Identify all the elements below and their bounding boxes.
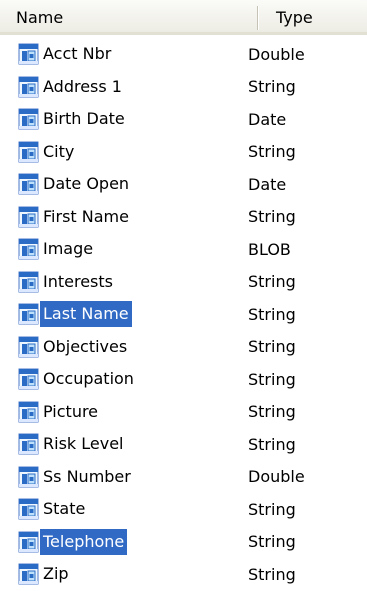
field-type: String (248, 77, 296, 97)
field-row-zip[interactable]: Zip String (0, 558, 367, 591)
field-name-cell[interactable]: Birth Date (0, 106, 219, 132)
field-type: String (248, 272, 296, 292)
field-name-cell[interactable]: Last Name (0, 301, 219, 328)
field-type: Date (248, 109, 287, 129)
field-row-acct-nbr[interactable]: Acct Nbr Double (0, 38, 367, 71)
field-name: First Name (43, 206, 129, 226)
field-name: Telephone (40, 528, 128, 555)
field-row-image[interactable]: Image BLOB (0, 233, 367, 266)
field-row-telephone[interactable]: Telephone String (0, 526, 367, 559)
field-name: Objectives (43, 336, 128, 356)
field-name-cell[interactable]: Date Open (0, 171, 219, 197)
field-name: City (43, 141, 75, 161)
field-icon (18, 466, 39, 488)
field-icon (18, 303, 39, 325)
field-type: String (248, 532, 296, 552)
field-type: String (248, 207, 296, 227)
field-icon (18, 433, 39, 455)
field-name: Zip (43, 564, 69, 584)
field-row-risk-level[interactable]: Risk Level String (0, 428, 367, 461)
field-icon (18, 238, 39, 260)
field-type: String (248, 304, 296, 324)
field-type: String (248, 337, 296, 357)
field-row-state[interactable]: State String (0, 493, 367, 526)
field-icon (18, 141, 39, 163)
field-name: Birth Date (43, 109, 125, 129)
field-rows: Acct Nbr Double Address 1 String Birth D… (0, 35, 367, 591)
field-name-cell[interactable]: First Name (0, 204, 219, 230)
field-name-cell[interactable]: Zip (0, 561, 219, 587)
field-name-cell[interactable]: Risk Level (0, 431, 219, 457)
field-icon (18, 271, 39, 293)
field-row-ss-number[interactable]: Ss Number Double (0, 461, 367, 494)
field-type: BLOB (248, 239, 291, 259)
field-name-cell[interactable]: Address 1 (0, 74, 219, 100)
field-name: State (43, 499, 86, 519)
field-name: Acct Nbr (43, 44, 112, 64)
field-row-first-name[interactable]: First Name String (0, 201, 367, 234)
field-icon (18, 206, 39, 228)
field-name-cell[interactable]: Acct Nbr (0, 41, 219, 67)
field-row-interests[interactable]: Interests String (0, 266, 367, 299)
field-icon (18, 43, 39, 65)
header-shadow (0, 32, 367, 35)
field-name-cell[interactable]: Telephone (0, 528, 219, 555)
field-row-objectives[interactable]: Objectives String (0, 331, 367, 364)
field-name: Occupation (43, 369, 134, 389)
field-name: Ss Number (43, 466, 131, 486)
field-type: String (248, 564, 296, 584)
type-column-header[interactable]: Type (258, 0, 367, 34)
field-name: Risk Level (43, 434, 124, 454)
field-row-date-open[interactable]: Date Open Date (0, 168, 367, 201)
field-name: Last Name (40, 301, 132, 328)
field-type: String (248, 142, 296, 162)
field-name-cell[interactable]: Objectives (0, 334, 219, 360)
field-icon (18, 401, 39, 423)
field-name-cell[interactable]: Picture (0, 399, 219, 425)
field-row-city[interactable]: City String (0, 136, 367, 169)
field-icon (18, 76, 39, 98)
field-name-cell[interactable]: Interests (0, 269, 219, 295)
name-column-header[interactable]: Name (0, 0, 258, 34)
field-name-cell[interactable]: Occupation (0, 366, 219, 392)
field-list-view[interactable]: Name Type Acct Nbr Double Address 1 Stri… (0, 0, 367, 585)
field-name-cell[interactable]: City (0, 139, 219, 165)
field-icon (18, 368, 39, 390)
field-name: Picture (43, 401, 99, 421)
field-name: Address 1 (43, 76, 122, 96)
field-row-picture[interactable]: Picture String (0, 396, 367, 429)
field-name: Date Open (43, 174, 130, 194)
field-type: String (248, 369, 296, 389)
column-header: Name Type (0, 0, 367, 35)
field-icon (18, 173, 39, 195)
field-row-address-1[interactable]: Address 1 String (0, 71, 367, 104)
field-type: String (248, 402, 296, 422)
field-icon (18, 336, 39, 358)
field-row-birth-date[interactable]: Birth Date Date (0, 103, 367, 136)
field-row-last-name[interactable]: Last Name String (0, 298, 367, 331)
field-icon (18, 563, 39, 585)
field-type: Double (248, 44, 305, 64)
field-name-cell[interactable]: State (0, 496, 219, 522)
field-type: String (248, 499, 296, 519)
field-row-occupation[interactable]: Occupation String (0, 363, 367, 396)
field-name: Image (43, 239, 94, 259)
field-name-cell[interactable]: Ss Number (0, 464, 219, 490)
field-icon (18, 498, 39, 520)
field-name: Interests (43, 271, 113, 291)
field-type: Date (248, 174, 287, 194)
field-type: String (248, 434, 296, 454)
field-icon (18, 531, 39, 553)
field-name-cell[interactable]: Image (0, 236, 219, 262)
field-type: Double (248, 467, 305, 487)
field-icon (18, 108, 39, 130)
